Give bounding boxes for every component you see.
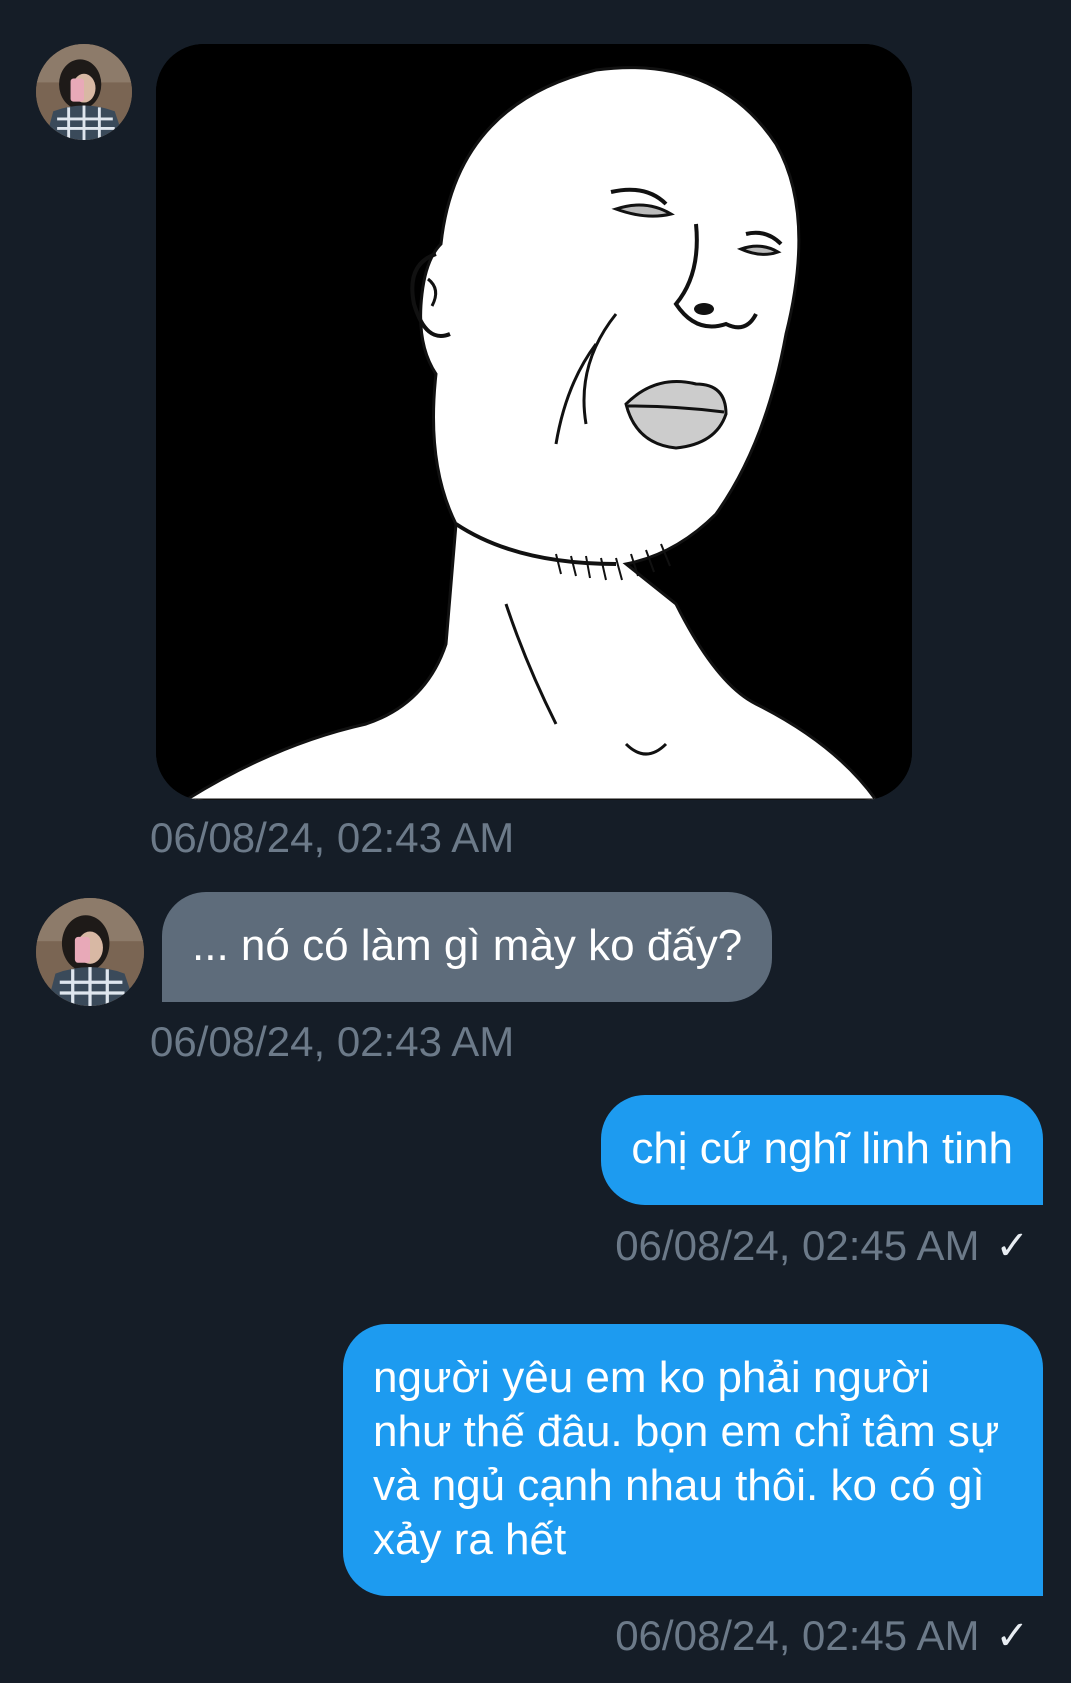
- message-timestamp: 06/08/24, 02:43 AM: [150, 814, 515, 861]
- message-timestamp-row: 06/08/24, 02:45 AM ✓: [615, 1222, 1029, 1270]
- message-timestamp-row: 06/08/24, 02:45 AM ✓: [615, 1612, 1029, 1660]
- outgoing-message-bubble[interactable]: người yêu em ko phải người như thế đâu. …: [343, 1324, 1043, 1596]
- message-text: chị cứ nghĩ linh tinh: [631, 1124, 1013, 1173]
- avatar-photo-icon: [36, 898, 144, 1006]
- image-message[interactable]: [156, 44, 912, 800]
- message-timestamp: 06/08/24, 02:45 AM: [615, 1222, 980, 1269]
- checkmark-icon: ✓: [995, 1614, 1029, 1658]
- message-text: người yêu em ko phải người như thế đâu. …: [373, 1353, 1000, 1564]
- sender-avatar[interactable]: [36, 44, 132, 140]
- sender-avatar[interactable]: [36, 898, 144, 1006]
- meme-face-drawing-icon: [156, 44, 912, 800]
- outgoing-message-bubble[interactable]: chị cứ nghĩ linh tinh: [601, 1095, 1043, 1205]
- avatar-photo-icon: [36, 44, 132, 140]
- incoming-message-bubble[interactable]: ... nó có làm gì mày ko đấy?: [162, 892, 773, 1002]
- checkmark-icon: ✓: [995, 1224, 1029, 1268]
- message-timestamp: 06/08/24, 02:45 AM: [615, 1612, 980, 1659]
- message-timestamp: 06/08/24, 02:43 AM: [150, 1018, 515, 1065]
- message-text: ... nó có làm gì mày ko đấy?: [192, 921, 743, 970]
